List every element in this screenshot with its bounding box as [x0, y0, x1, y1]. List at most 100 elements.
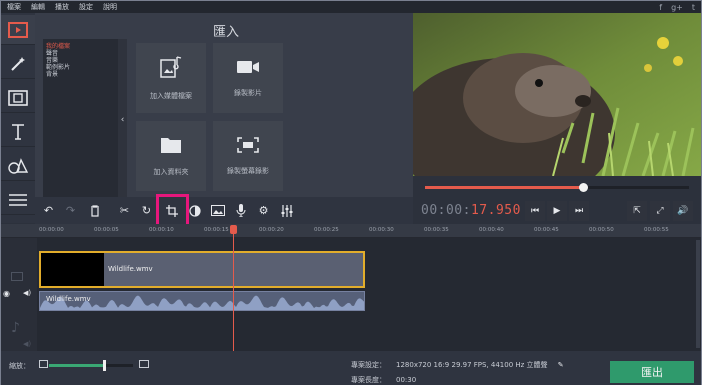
- timecode-seconds: 17.950: [470, 203, 521, 218]
- video-clip[interactable]: Wildlife.wmv: [39, 251, 365, 288]
- equalizer-button[interactable]: [277, 201, 296, 220]
- rotate-button[interactable]: ↻: [137, 201, 156, 220]
- import-panel: 匯入 我的檔案 聲音 音樂 範例影片 背景 ‹ 加入媒體檔案 錄製影片 加入資料…: [35, 13, 413, 201]
- previous-frame-button[interactable]: ⏮: [525, 201, 545, 221]
- menu-bar: 檔案 編輯 播放 設定 說明 f g+ t: [1, 1, 701, 13]
- project-settings-label: 專案設定：: [351, 361, 386, 369]
- media-file-icon: [160, 56, 182, 78]
- shapes-icon: [8, 157, 29, 174]
- next-frame-button[interactable]: ⏭: [569, 201, 589, 221]
- zoom-slider-fill: [49, 364, 104, 367]
- sidebar-titles[interactable]: [1, 117, 35, 147]
- ruler-tick: 00:00:45: [534, 227, 559, 233]
- sidebar-import[interactable]: [1, 15, 35, 45]
- facebook-icon[interactable]: f: [659, 3, 662, 12]
- ruler-tick: 00:00:30: [369, 227, 394, 233]
- color-adjust-icon: [188, 204, 201, 217]
- menu-playback[interactable]: 播放: [55, 1, 69, 13]
- seek-bar[interactable]: [425, 183, 689, 192]
- player-controls: 00:00:17.950 ⏮ ▶ ⏭ ⇱ ⤢ 🔊: [413, 176, 701, 223]
- folder-item-backgrounds[interactable]: 背景: [46, 71, 120, 78]
- playhead-line: [233, 226, 234, 352]
- folder-item-sample-videos[interactable]: 範例影片: [46, 64, 120, 71]
- ruler-tick: 00:00:35: [424, 227, 449, 233]
- menu-help[interactable]: 說明: [103, 1, 117, 13]
- menu-file[interactable]: 檔案: [7, 1, 21, 13]
- rotate-icon: ↻: [141, 204, 152, 217]
- text-icon: [12, 123, 24, 140]
- project-length-value: 00:30: [396, 376, 417, 384]
- redo-icon: ↷: [65, 204, 76, 217]
- chevron-left-icon: ‹: [120, 115, 125, 125]
- record-screencast-button[interactable]: 錄製螢幕錄影: [213, 121, 283, 191]
- record-audio-button[interactable]: [231, 201, 250, 220]
- clip-properties-button[interactable]: ⚙: [254, 201, 273, 220]
- play-button[interactable]: ▶: [547, 201, 567, 221]
- record-video-button[interactable]: 錄製影片: [213, 43, 283, 113]
- add-folder-button[interactable]: 加入資料夾: [136, 121, 206, 191]
- delete-button[interactable]: [85, 201, 104, 220]
- fullscreen-icon: ⤢: [656, 206, 664, 216]
- filmstrip-icon: [8, 89, 28, 106]
- folder-icon: [161, 138, 181, 153]
- status-bar: 縮放： 專案設定： 1280x720 16:9 29.97 FPS, 44100 …: [1, 351, 701, 385]
- ruler-tick: 00:00:50: [589, 227, 614, 233]
- project-length-label: 專案長度：: [351, 376, 386, 384]
- redo-button[interactable]: ↷: [61, 201, 80, 220]
- tile-label: 錄製影片: [234, 89, 262, 97]
- folder-item-my-files[interactable]: 我的檔案: [46, 43, 120, 50]
- zoom-slider[interactable]: [49, 360, 133, 371]
- import-title: 匯入: [212, 25, 239, 40]
- seek-handle[interactable]: [579, 183, 589, 192]
- collapse-panel-button[interactable]: ‹: [118, 39, 127, 201]
- sidebar-transitions[interactable]: [1, 83, 35, 113]
- add-media-files-button[interactable]: 加入媒體檔案: [136, 43, 206, 113]
- zoom-slider-handle[interactable]: [102, 360, 106, 371]
- project-settings-value: 1280x720 16:9 29.97 FPS, 44100 Hz 立體聲: [396, 361, 548, 369]
- trash-icon: [90, 204, 99, 217]
- fullscreen-button[interactable]: ⤢: [650, 201, 670, 221]
- folder-item-music[interactable]: 音樂: [46, 57, 120, 64]
- pencil-icon[interactable]: ✎: [558, 361, 564, 369]
- sidebar-effects[interactable]: [1, 49, 35, 79]
- image-button[interactable]: [208, 201, 227, 220]
- ruler-tick: 00:00:55: [644, 227, 669, 233]
- folder-item-sounds[interactable]: 聲音: [46, 50, 120, 57]
- popout-button[interactable]: ⇱: [627, 201, 647, 221]
- split-button[interactable]: ✂: [115, 201, 134, 220]
- speaker-icon[interactable]: ◀): [23, 340, 31, 348]
- crop-button-highlight: [156, 194, 189, 227]
- ruler-tick: 00:00:25: [314, 227, 339, 233]
- left-sidebar: [1, 13, 35, 223]
- timeline-tracks[interactable]: Wildlife.wmv Wildlife.wmv: [37, 238, 701, 351]
- ruler-tick: 00:00:05: [94, 227, 119, 233]
- video-preview[interactable]: [413, 13, 701, 176]
- audio-clip[interactable]: Wildlife.wmv: [39, 291, 365, 311]
- project-length: 專案長度： 00:30: [351, 375, 416, 385]
- zoom-out-icon[interactable]: [39, 360, 48, 368]
- twitter-icon[interactable]: t: [692, 3, 695, 12]
- speaker-icon[interactable]: ◀): [23, 289, 31, 297]
- zoom-in-icon[interactable]: [139, 360, 149, 368]
- timeline-scrollbar[interactable]: [696, 240, 700, 348]
- clip-thumbnail: [41, 253, 104, 286]
- undo-button[interactable]: ↶: [39, 201, 58, 220]
- film-import-icon: [8, 21, 28, 38]
- sidebar-more[interactable]: [1, 185, 35, 215]
- microphone-icon: [235, 204, 246, 217]
- eye-icon[interactable]: ◉: [3, 289, 10, 298]
- tile-label: 錄製螢幕錄影: [227, 167, 269, 175]
- google-plus-icon[interactable]: g+: [671, 3, 683, 12]
- skip-back-icon: ⏮: [530, 206, 540, 216]
- undo-icon: ↶: [43, 204, 54, 217]
- menu-icon: [9, 193, 27, 206]
- audio-clip-name: Wildlife.wmv: [46, 295, 91, 303]
- timecode-hours-minutes: 00:00:: [421, 203, 471, 218]
- timeline-ruler[interactable]: 00:00:00 00:00:05 00:00:10 00:00:15 00:0…: [1, 224, 701, 238]
- menu-settings[interactable]: 設定: [79, 1, 93, 13]
- export-button[interactable]: 匯出: [610, 361, 694, 383]
- menu-edit[interactable]: 編輯: [31, 1, 45, 13]
- volume-button[interactable]: 🔊: [673, 201, 693, 221]
- speaker-icon: 🔊: [677, 206, 689, 216]
- sidebar-shapes[interactable]: [1, 151, 35, 181]
